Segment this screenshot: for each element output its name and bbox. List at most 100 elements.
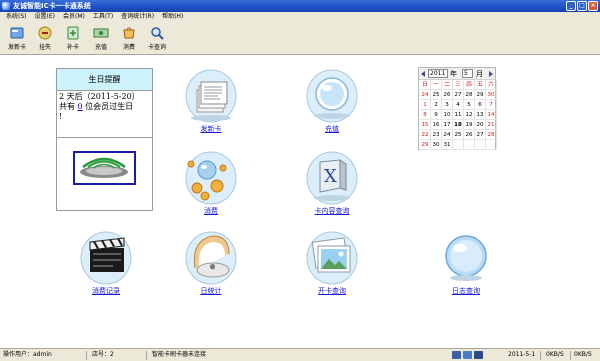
func-recharge[interactable]: 充值 (304, 66, 360, 134)
calendar-day[interactable]: 7 (486, 100, 497, 110)
calendar-day[interactable]: 8 (420, 110, 431, 120)
menu-query-stats[interactable]: 查询统计(R) (117, 12, 158, 22)
calendar-day[interactable]: 21 (486, 120, 497, 130)
calendar-day[interactable]: 12 (464, 110, 475, 120)
calendar-day[interactable]: 20 (475, 120, 486, 130)
weekday-header: 四 (464, 80, 475, 90)
company-logo (73, 151, 136, 185)
calendar-day[interactable]: 27 (475, 130, 486, 140)
calendar-day[interactable]: 31 (442, 140, 453, 150)
weekday-header: 三 (453, 80, 464, 90)
calendar-day[interactable]: 4 (453, 100, 464, 110)
calendar-day[interactable]: 24 (442, 130, 453, 140)
birthday-reminder-panel: 生日提醒 2 天后（2011-5-20） 共有 0 位会员过生日 ! (56, 68, 153, 211)
orange-bubbles-icon (185, 151, 237, 205)
weekday-header: 一 (431, 80, 442, 90)
calendar-day[interactable]: 15 (420, 120, 431, 130)
birthday-line-2: 共有 0 位会员过生日 (59, 102, 134, 111)
toolbar-report-loss-button[interactable]: 挂失 (31, 24, 59, 53)
document-stack-icon (185, 69, 237, 123)
next-month-icon[interactable] (489, 71, 493, 77)
calendar-day[interactable]: 6 (475, 100, 486, 110)
status-speed-2: 0KB/S (574, 351, 592, 358)
calendar-day (486, 140, 497, 150)
calendar-day[interactable]: 26 (442, 90, 453, 100)
status-date: 2011-5-1 (508, 351, 536, 358)
weekday-header: 二 (442, 80, 453, 90)
calendar-day[interactable]: 30 (486, 90, 497, 100)
func-daily-stats[interactable]: 日统计 (183, 228, 239, 296)
calendar-day[interactable]: 25 (431, 90, 442, 100)
calendar-day[interactable]: 24 (420, 90, 431, 100)
calendar-day[interactable]: 11 (453, 110, 464, 120)
weekday-header: 日 (420, 80, 431, 90)
menu-tools[interactable]: 工具(T) (89, 12, 117, 22)
status-operator: 操作用户：admin (3, 351, 52, 358)
calendar-widget: 2011 年 5 月 日一二三四五六 24 25 26 27 28 29 30 1 2 3 4 5 6 7 8… (418, 67, 497, 150)
clapperboard-icon (80, 231, 132, 285)
card-query-icon (151, 27, 164, 40)
prev-month-icon[interactable] (421, 71, 425, 77)
menu-bar: 系统(S) 设置(E) 会员(M) 工具(T) 查询统计(R) 帮助(H) (0, 12, 600, 22)
calendar-day[interactable]: 16 (431, 120, 442, 130)
toolbar-new-card-button[interactable]: 发新卡 (3, 24, 31, 53)
year-label: 年 (450, 70, 457, 78)
calendar-day[interactable]: 18 (453, 120, 464, 130)
func-card-content-query[interactable]: X 卡内容查询 (300, 148, 364, 216)
menu-settings[interactable]: 设置(E) (31, 12, 59, 22)
calendar-day[interactable]: 19 (464, 120, 475, 130)
toolbar-recharge-button[interactable]: 充值 (87, 24, 115, 53)
calendar-day[interactable]: 10 (442, 110, 453, 120)
func-open-card-query[interactable]: 开卡查询 (304, 228, 360, 296)
func-consume-record[interactable]: 消费记录 (74, 228, 138, 296)
toolbar-card-query-button[interactable]: 卡查询 (143, 24, 171, 53)
calendar-day[interactable]: 26 (464, 130, 475, 140)
calendar-day (464, 140, 475, 150)
consume-icon (123, 27, 135, 39)
menu-help[interactable]: 帮助(H) (158, 12, 187, 22)
toolbar-consume-button[interactable]: 消费 (115, 24, 143, 53)
func-consume[interactable]: 消费 (183, 148, 239, 216)
report-loss-icon (38, 26, 52, 40)
replace-card-icon (67, 26, 79, 40)
birthday-line-1: 2 天后（2011-5-20） (59, 92, 140, 101)
calendar-day[interactable]: 9 (431, 110, 442, 120)
month-input[interactable]: 5 (462, 69, 473, 78)
calendar-day[interactable]: 29 (475, 90, 486, 100)
monitor-icon (463, 351, 472, 359)
calendar-day[interactable]: 14 (486, 110, 497, 120)
calendar-day[interactable]: 2 (431, 100, 442, 110)
calendar-day[interactable]: 30 (431, 140, 442, 150)
year-input[interactable]: 2011 (428, 69, 448, 78)
calendar-day[interactable]: 28 (486, 130, 497, 140)
calendar-day[interactable]: 25 (453, 130, 464, 140)
calendar-day[interactable]: 3 (442, 100, 453, 110)
maximize-icon[interactable]: □ (577, 1, 587, 11)
calendar-day[interactable]: 28 (464, 90, 475, 100)
status-bar: 操作用户：admin 店号：2 智能卡刷卡器未连接 2011-5-1 0KB/S… (0, 348, 600, 361)
new-card-icon (10, 27, 24, 39)
app-icon (2, 2, 10, 10)
menu-member[interactable]: 会员(M) (59, 12, 89, 22)
weekday-header: 五 (475, 80, 486, 90)
calendar-day[interactable]: 29 (420, 140, 431, 150)
blue-sphere-icon (445, 235, 487, 281)
minimize-icon[interactable]: _ (566, 1, 576, 11)
birthday-line-3: ! (59, 112, 63, 121)
menu-system[interactable]: 系统(S) (2, 12, 31, 22)
calendar-day[interactable]: 17 (442, 120, 453, 130)
calendar-day[interactable]: 1 (420, 100, 431, 110)
func-new-card[interactable]: 发新卡 (183, 66, 239, 134)
calendar-day[interactable]: 27 (453, 90, 464, 100)
toolbar-replace-card-button[interactable]: 补卡 (59, 24, 87, 53)
close-icon[interactable]: × (588, 1, 598, 11)
func-log-query[interactable]: 日志查询 (438, 228, 494, 296)
calendar-day[interactable]: 22 (420, 130, 431, 140)
calendar-day[interactable]: 13 (475, 110, 486, 120)
birthday-header: 生日提醒 (57, 69, 152, 91)
calendar-day[interactable]: 5 (464, 100, 475, 110)
mac-drive-icon (185, 231, 237, 285)
calendar-day[interactable]: 23 (431, 130, 442, 140)
calendar-day (453, 140, 464, 150)
window-title: 友诚智能IC卡一卡通系统 (13, 2, 91, 10)
